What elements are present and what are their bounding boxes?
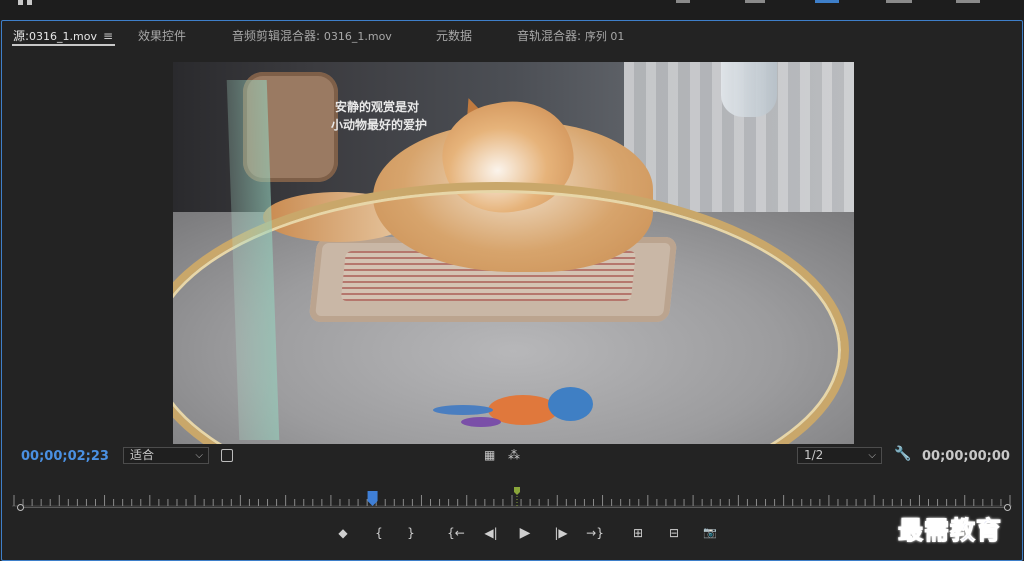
menu-stub xyxy=(886,0,912,3)
go-to-in-button[interactable]: {← xyxy=(445,523,467,543)
workspace-icon[interactable] xyxy=(18,0,34,6)
chevron-down-icon: ⌵ xyxy=(195,450,203,461)
step-forward-button[interactable]: |▶ xyxy=(550,523,572,543)
panel-tabs: 源:0316_1.mov ≡ 效果控件 音频剪辑混合器: 0316_1.mov 元… xyxy=(2,21,1022,49)
drag-video-icon[interactable]: ▦ xyxy=(484,449,495,462)
tab-sub: 序列 01 xyxy=(584,30,625,43)
zoom-select-value: 适合 xyxy=(130,448,155,462)
tab-effect-controls[interactable]: 效果控件 xyxy=(138,27,186,44)
time-ruler[interactable] xyxy=(12,487,1012,507)
video-toy xyxy=(433,387,613,432)
step-back-button[interactable]: ◀| xyxy=(480,523,502,543)
tab-metadata[interactable]: 元数据 xyxy=(436,27,472,44)
mark-in-button[interactable]: { xyxy=(368,523,390,543)
video-sign: 安静的观赏是对 小动物最好的爱护 xyxy=(285,98,445,138)
duration-timecode: 00;00;00;00 xyxy=(922,449,1010,464)
export-frame-button[interactable]: 📷 xyxy=(699,523,721,543)
tab-label: 音轨混合器: xyxy=(517,29,582,43)
marker-icon[interactable] xyxy=(514,487,520,495)
zoom-handle-start[interactable] xyxy=(17,504,24,511)
tab-source[interactable]: 源:0316_1.mov ≡ xyxy=(13,27,113,44)
tab-label: 效果控件 xyxy=(138,29,187,43)
tab-sub: 0316_1.mov xyxy=(323,30,392,43)
add-marker-button[interactable]: ◆ xyxy=(332,523,354,543)
resolution-select-value: 1/2 xyxy=(804,448,824,462)
chevron-down-icon: ⌵ xyxy=(868,450,876,461)
transport-controls: ◆ {} {← ◀| ▶ |▶ →} ⊞ ⊟ 📷 xyxy=(2,523,1022,545)
insert-button[interactable]: ⊞ xyxy=(627,523,649,543)
safe-margins-icon[interactable] xyxy=(221,449,233,462)
tab-label: 源: xyxy=(13,29,30,43)
sign-text-line2: 小动物最好的爱护 xyxy=(331,118,428,132)
go-to-out-button[interactable]: →} xyxy=(584,523,606,543)
play-button[interactable]: ▶ xyxy=(514,523,536,543)
zoom-handle-end[interactable] xyxy=(1004,504,1011,511)
panel-menu-icon[interactable]: ≡ xyxy=(103,29,113,43)
tab-sub: 0316_1.mov xyxy=(29,30,97,43)
video-water-bottle xyxy=(721,62,777,117)
drag-audio-icon[interactable]: ⁂ xyxy=(508,449,520,462)
video-frame[interactable]: 安静的观赏是对 小动物最好的爱护 xyxy=(173,62,854,444)
menu-stub-active xyxy=(815,0,839,3)
active-tab-underline xyxy=(12,44,115,46)
wrench-icon[interactable]: 🔧 xyxy=(894,447,911,461)
zoom-select[interactable]: 适合 ⌵ xyxy=(123,447,209,464)
current-timecode[interactable]: 00;00;02;23 xyxy=(21,449,109,464)
menu-stub xyxy=(745,0,765,3)
overwrite-button[interactable]: ⊟ xyxy=(663,523,685,543)
menu-stub xyxy=(956,0,980,3)
menu-stub xyxy=(676,0,690,3)
tab-audio-clip-mixer[interactable]: 音频剪辑混合器: 0316_1.mov xyxy=(232,27,392,44)
scrub-track[interactable] xyxy=(20,507,1008,508)
tab-audio-track-mixer[interactable]: 音轨混合器: 序列 01 xyxy=(517,27,624,44)
mark-out-button[interactable]: } xyxy=(400,523,422,543)
tab-label: 元数据 xyxy=(436,29,473,43)
resolution-select[interactable]: 1/2 ⌵ xyxy=(797,447,882,464)
source-monitor-panel: 源:0316_1.mov ≡ 效果控件 音频剪辑混合器: 0316_1.mov 元… xyxy=(1,20,1023,561)
tab-label: 音频剪辑混合器: xyxy=(232,29,321,43)
sign-text-line1: 安静的观赏是对 xyxy=(335,100,420,114)
top-menu-strip xyxy=(0,0,1024,20)
watermark-text: 最需教育 xyxy=(897,516,1003,546)
